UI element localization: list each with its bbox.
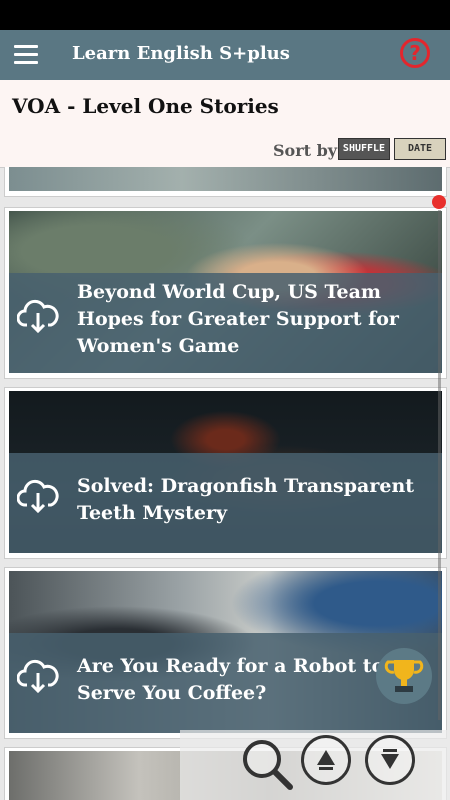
story-image: Beyond World Cup, US Team Hopes for Grea… [9,211,442,373]
download-icon[interactable] [17,659,59,695]
app-title: Learn English S+plus [72,43,290,64]
trophy-icon [384,660,424,692]
download-icon[interactable] [17,299,59,335]
story-title[interactable]: Solved: Dragonfish Transparent Teeth Mys… [77,473,436,527]
page-header: VOA - Level One Stories Sort by SHUFFLE … [0,80,450,168]
search-icon [243,740,293,790]
story-title[interactable]: Beyond World Cup, US Team Hopes for Grea… [77,279,436,360]
date-button[interactable]: DATE [394,138,446,160]
story-title-overlay: Beyond World Cup, US Team Hopes for Grea… [9,273,442,373]
scroll-down-icon [381,749,399,769]
story-card[interactable]: Beyond World Cup, US Team Hopes for Grea… [4,207,447,379]
story-list[interactable]: Beyond World Cup, US Team Hopes for Grea… [0,167,450,800]
search-button[interactable] [238,735,293,790]
story-card[interactable]: Solved: Dragonfish Transparent Teeth Mys… [4,387,447,559]
scrollbar-thumb[interactable] [432,195,446,209]
help-icon[interactable]: ? [400,38,430,68]
app-bar: Learn English S+plus ? [0,30,450,80]
download-icon[interactable] [17,479,59,515]
page-title: VOA - Level One Stories [12,94,279,118]
scrollbar-track[interactable] [438,210,441,720]
scroll-down-button[interactable] [365,735,415,785]
story-image [9,167,442,191]
shuffle-button[interactable]: SHUFFLE [338,138,390,160]
scroll-up-icon [317,750,335,770]
story-title-overlay: Solved: Dragonfish Transparent Teeth Mys… [9,453,442,553]
sort-by-label: Sort by [273,141,338,160]
status-bar [0,0,450,30]
story-image: Solved: Dragonfish Transparent Teeth Mys… [9,391,442,553]
scroll-up-button[interactable] [301,735,351,785]
bottom-toolbar [180,730,450,800]
story-card-partial[interactable] [4,167,447,197]
trophy-button[interactable] [376,648,432,704]
menu-icon[interactable] [14,45,38,65]
